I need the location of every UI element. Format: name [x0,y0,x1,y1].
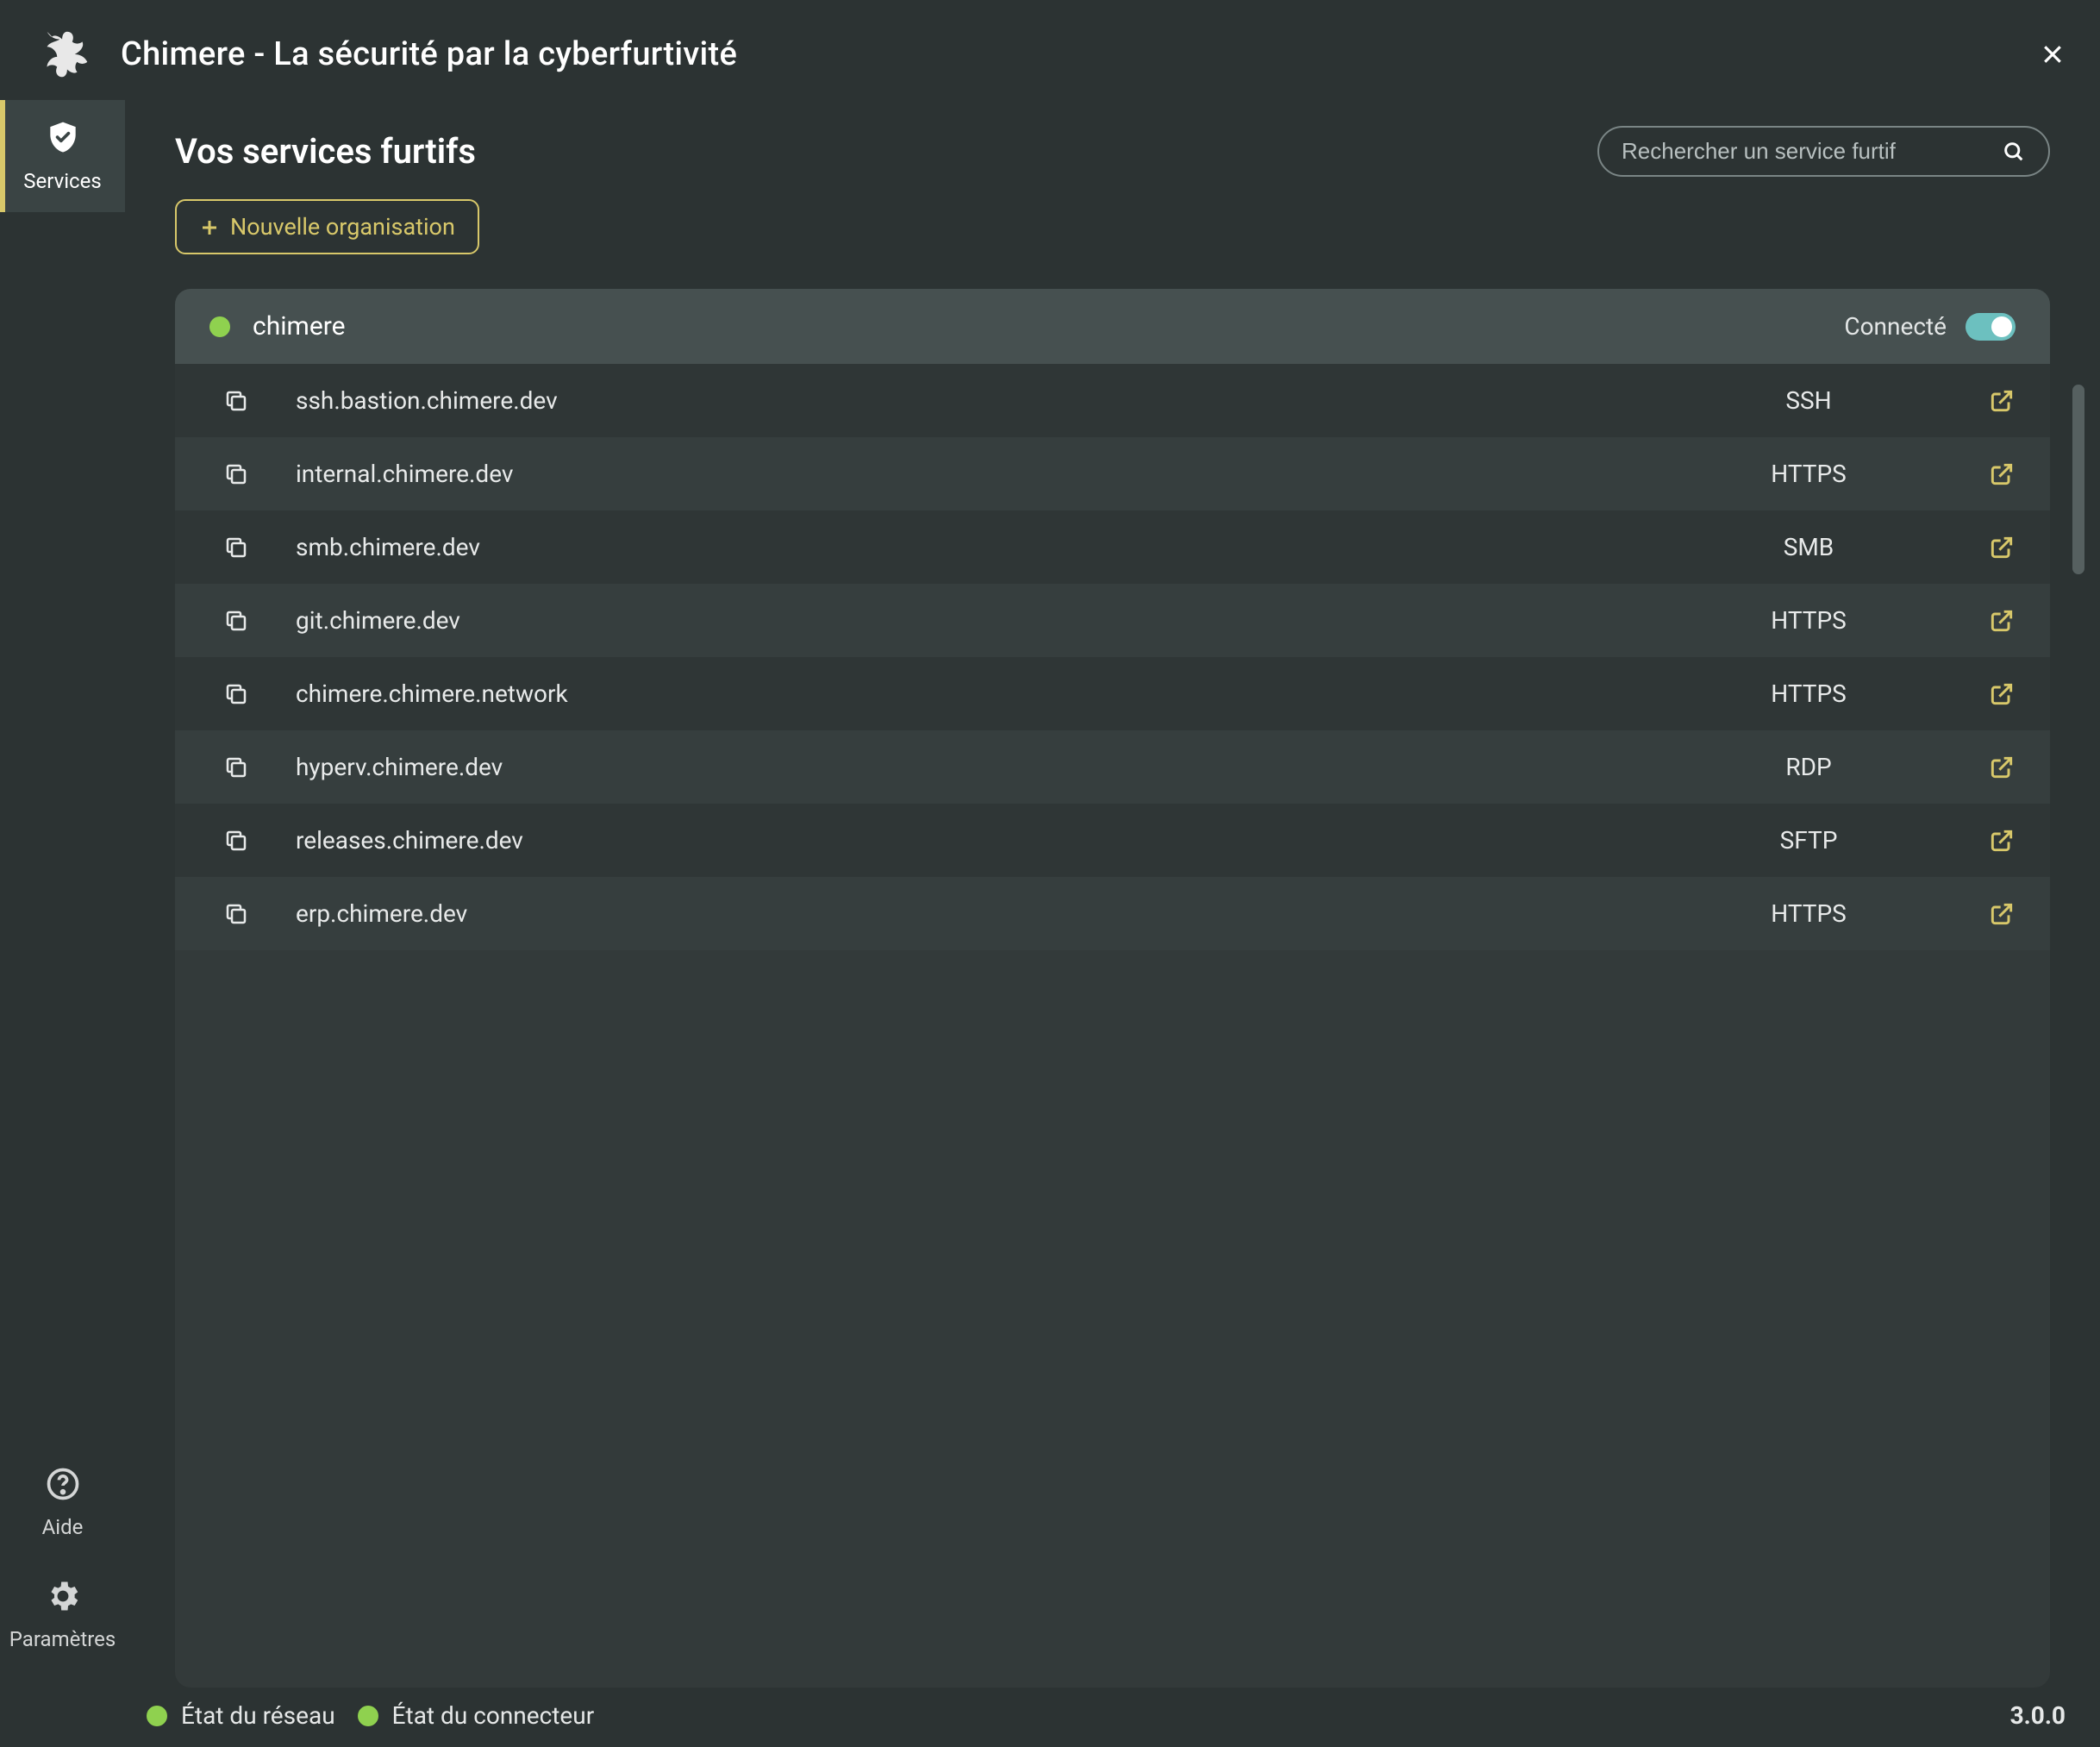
sidebar-item-label: Aide [42,1515,84,1539]
service-row: smb.chimere.devSMB [175,510,2050,584]
sidebar: Services Aide Paramètres [0,100,125,1688]
service-protocol: HTTPS [1679,460,1938,488]
copy-icon[interactable] [223,828,249,854]
main-content: Vos services furtifs Nouvelle organisati… [125,100,2100,1688]
sidebar-item-help[interactable]: Aide [0,1446,125,1558]
copy-icon[interactable] [223,901,249,927]
copy-icon[interactable] [223,388,249,414]
organization-header: chimere Connecté [175,289,2050,364]
organization-name: chimere [253,311,346,341]
service-protocol: HTTPS [1679,679,1938,708]
copy-icon[interactable] [223,461,249,487]
connector-status-label: État du connecteur [392,1701,595,1730]
service-list: ssh.bastion.chimere.devSSHinternal.chime… [175,364,2050,1688]
copy-icon[interactable] [223,755,249,780]
status-dot-icon [209,316,230,337]
service-protocol: SFTP [1679,826,1938,855]
service-domain: internal.chimere.dev [284,460,1679,488]
open-external-icon[interactable] [1988,680,2016,708]
app-logo-icon [34,24,95,85]
service-protocol: SSH [1679,386,1938,415]
service-domain: git.chimere.dev [284,606,1679,635]
service-protocol: SMB [1679,533,1938,561]
app-header: Chimere - La sécurité par la cyberfurtiv… [0,0,2100,100]
help-circle-icon [44,1465,82,1503]
network-status: État du réseau [147,1701,335,1730]
copy-icon[interactable] [223,681,249,707]
page-title: Vos services furtifs [175,131,476,172]
service-row: ssh.bastion.chimere.devSSH [175,364,2050,437]
new-organization-label: Nouvelle organisation [230,213,455,241]
connector-status: État du connecteur [358,1701,595,1730]
services-panel: chimere Connecté ssh.bastion.chimere.dev… [175,289,2050,1688]
service-domain: chimere.chimere.network [284,679,1679,708]
service-protocol: HTTPS [1679,606,1938,635]
network-status-label: État du réseau [181,1701,335,1730]
close-icon[interactable] [2040,41,2066,67]
connection-status-text: Connecté [1844,312,1947,341]
plus-icon [199,216,220,237]
sidebar-item-settings[interactable]: Paramètres [0,1558,125,1670]
sidebar-item-label: Services [23,169,101,193]
header-left: Chimere - La sécurité par la cyberfurtiv… [34,24,737,85]
sidebar-item-label: Paramètres [9,1627,116,1651]
search-input[interactable] [1622,138,1984,165]
status-dot-icon [358,1706,378,1726]
search-icon[interactable] [2002,140,2026,164]
service-row: hyperv.chimere.devRDP [175,730,2050,804]
gear-icon [44,1577,82,1615]
shield-check-icon [44,119,82,157]
open-external-icon[interactable] [1988,754,2016,781]
open-external-icon[interactable] [1988,900,2016,928]
service-domain: ssh.bastion.chimere.dev [284,386,1679,415]
service-row: internal.chimere.devHTTPS [175,437,2050,510]
service-domain: smb.chimere.dev [284,533,1679,561]
service-row: erp.chimere.devHTTPS [175,877,2050,950]
status-dot-icon [147,1706,167,1726]
service-row: releases.chimere.devSFTP [175,804,2050,877]
service-row: chimere.chimere.networkHTTPS [175,657,2050,730]
new-organization-button[interactable]: Nouvelle organisation [175,199,479,254]
app-version: 3.0.0 [2010,1701,2066,1730]
open-external-icon[interactable] [1988,460,2016,488]
app-title: Chimere - La sécurité par la cyberfurtiv… [121,35,737,73]
copy-icon[interactable] [223,535,249,560]
open-external-icon[interactable] [1988,607,2016,635]
open-external-icon[interactable] [1988,827,2016,855]
service-domain: hyperv.chimere.dev [284,753,1679,781]
service-domain: erp.chimere.dev [284,899,1679,928]
connection-toggle[interactable] [1966,313,2016,341]
search-container[interactable] [1597,126,2050,177]
sidebar-item-services[interactable]: Services [0,100,125,212]
footer: État du réseau État du connecteur 3.0.0 [0,1688,2100,1747]
scrollbar-thumb[interactable] [2072,385,2084,574]
service-protocol: RDP [1679,753,1938,781]
open-external-icon[interactable] [1988,387,2016,415]
service-row: git.chimere.devHTTPS [175,584,2050,657]
service-domain: releases.chimere.dev [284,826,1679,855]
service-protocol: HTTPS [1679,899,1938,928]
open-external-icon[interactable] [1988,534,2016,561]
copy-icon[interactable] [223,608,249,634]
